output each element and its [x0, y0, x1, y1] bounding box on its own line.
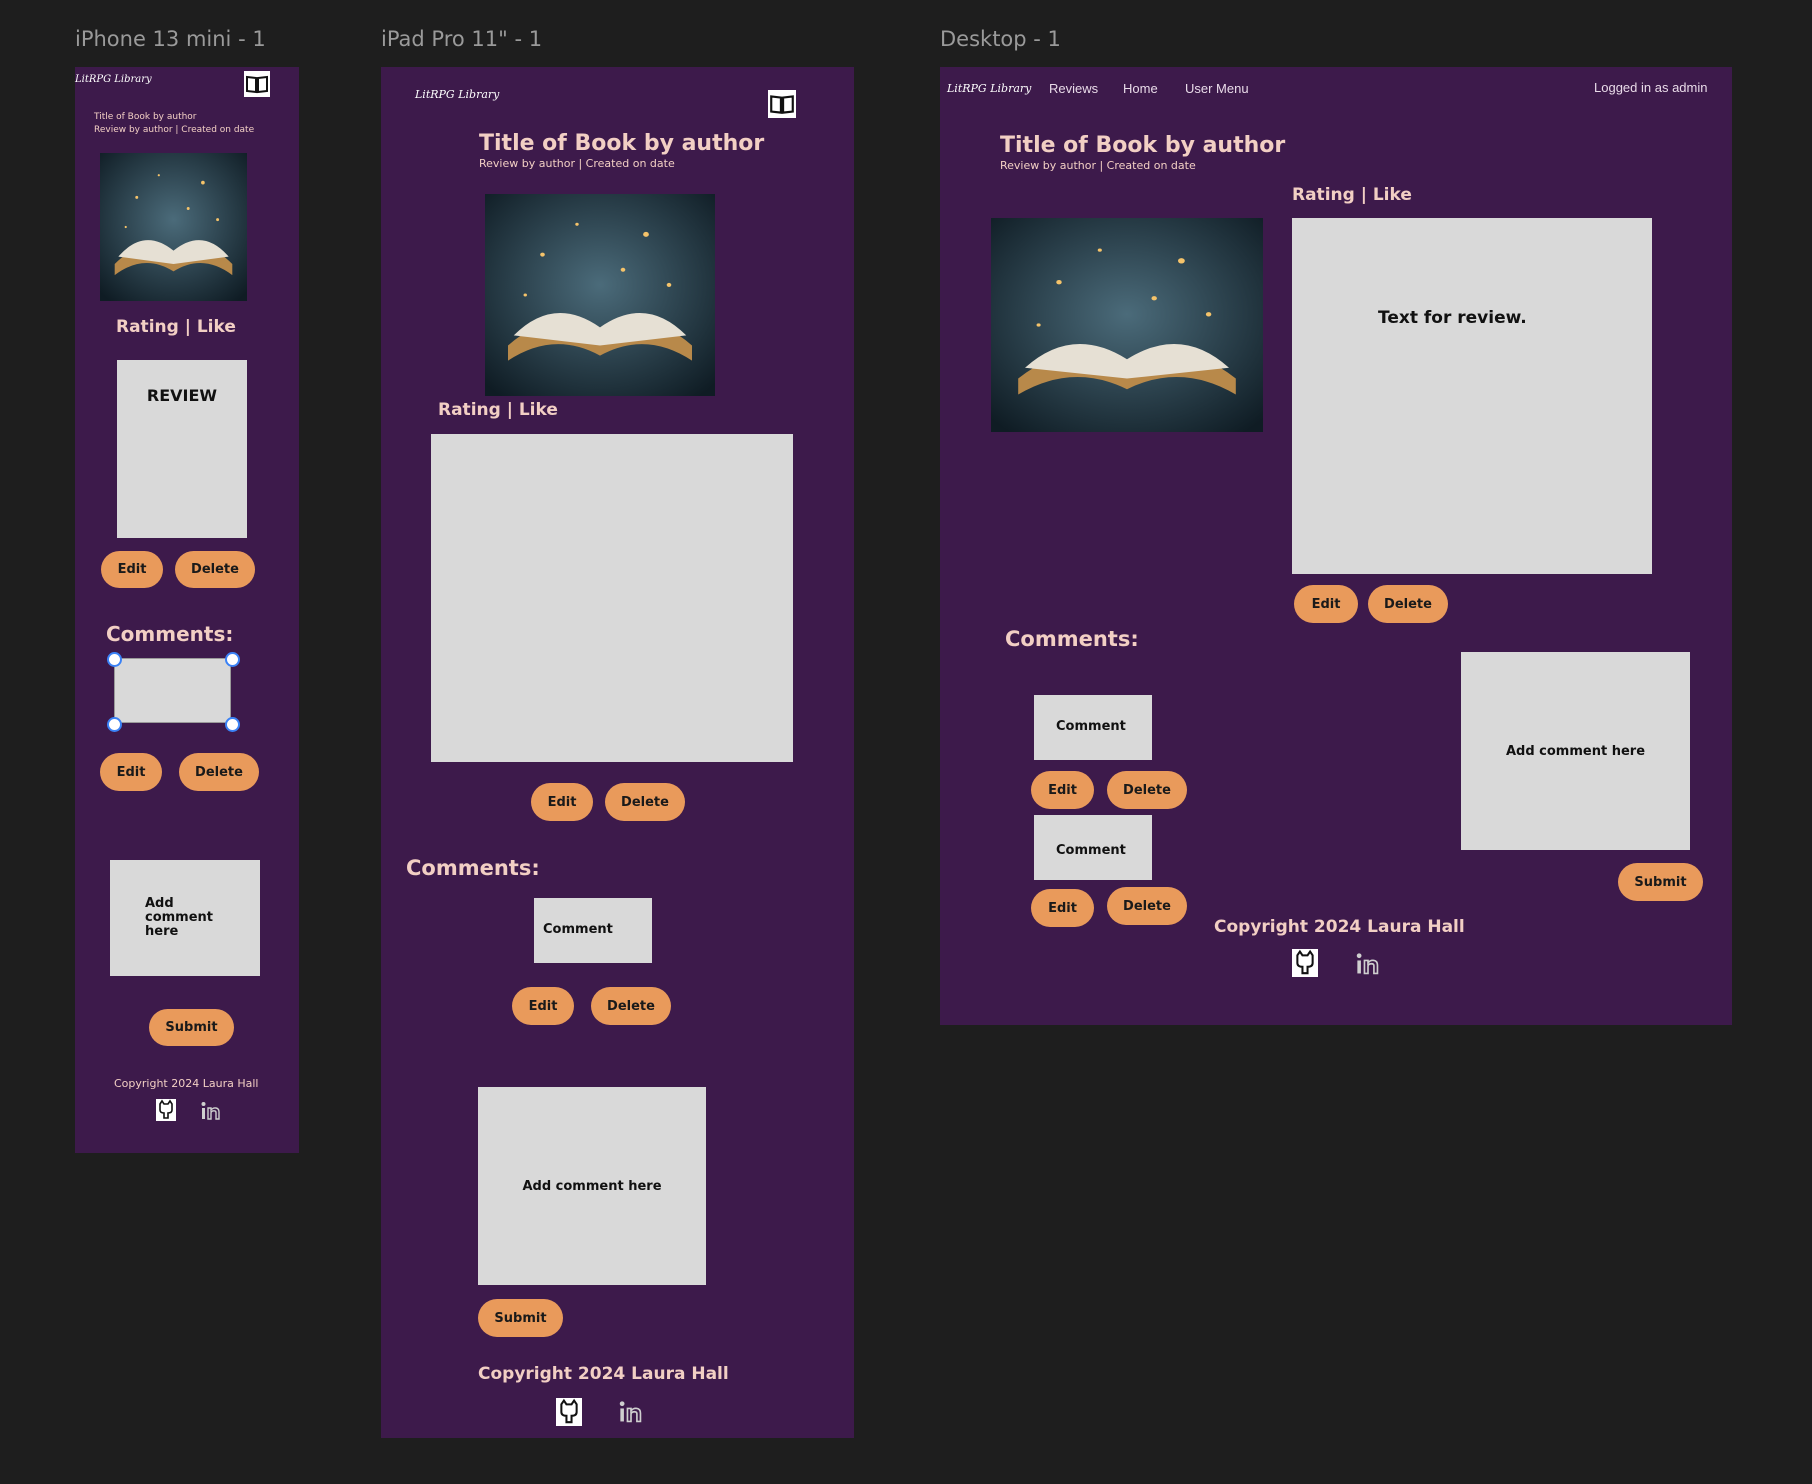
delete-review-button[interactable]: Delete [605, 783, 685, 821]
site-logo[interactable]: LitRPG Library [415, 88, 499, 101]
add-comment-box[interactable]: Add comment here [1461, 652, 1690, 850]
review-meta: Review by author | Created on date [94, 125, 255, 135]
edit-review-button[interactable]: Edit [1294, 585, 1358, 623]
nav-home[interactable]: Home [1123, 81, 1158, 96]
add-comment-box[interactable]: Add comment here [110, 860, 260, 976]
review-text-box [431, 434, 793, 762]
review-text-box: Text for review. [1292, 218, 1652, 574]
submit-comment-button[interactable]: Submit [149, 1009, 234, 1046]
book-title: Title of Book by author [94, 112, 197, 122]
linkedin-icon[interactable] [1355, 951, 1381, 977]
comments-heading: Comments: [106, 622, 234, 646]
desktop-frame: LitRPG Library Reviews Home User Menu Lo… [940, 67, 1732, 1025]
comment-box: Comment [1034, 695, 1152, 760]
github-icon[interactable] [556, 1398, 582, 1426]
github-icon[interactable] [1292, 949, 1318, 977]
edit-comment-button[interactable]: Edit [1031, 771, 1094, 809]
logged-in-status: Logged in as admin [1594, 80, 1708, 95]
copyright: Copyright 2024 Laura Hall [114, 1077, 259, 1090]
selection-handle[interactable] [225, 717, 240, 732]
selection-handle[interactable] [107, 652, 122, 667]
review-meta: Review by author | Created on date [479, 157, 675, 170]
edit-comment-button[interactable]: Edit [512, 987, 574, 1025]
review-text: REVIEW [146, 386, 218, 405]
selection-handle[interactable] [107, 717, 122, 732]
nav-reviews[interactable]: Reviews [1049, 81, 1098, 96]
comment-text: Comment [1056, 843, 1126, 858]
rating-like[interactable]: Rating | Like [116, 317, 236, 337]
github-icon[interactable] [156, 1099, 176, 1121]
book-open-icon[interactable] [244, 71, 270, 97]
comments-heading: Comments: [1005, 627, 1139, 651]
site-logo[interactable]: LitRPG Library [947, 82, 1031, 95]
book-cover-image [100, 153, 247, 301]
frame-label-tablet: iPad Pro 11" - 1 [381, 27, 543, 51]
submit-comment-button[interactable]: Submit [478, 1299, 563, 1337]
book-open-icon[interactable] [768, 90, 796, 118]
book-title: Title of Book by author [1000, 133, 1286, 158]
site-logo[interactable]: LitRPG Library [75, 74, 152, 85]
frame-label-mobile: iPhone 13 mini - 1 [75, 27, 266, 51]
comment-text: Comment [1056, 719, 1126, 734]
delete-comment-button[interactable]: Delete [1107, 771, 1187, 809]
review-text: Text for review. [1378, 308, 1527, 328]
book-cover-image [485, 194, 715, 396]
comment-box: Comment [1034, 815, 1152, 880]
edit-comment-button[interactable]: Edit [1031, 889, 1094, 927]
copyright: Copyright 2024 Laura Hall [1214, 917, 1465, 937]
edit-review-button[interactable]: Edit [101, 551, 163, 588]
rating-like[interactable]: Rating | Like [438, 400, 558, 420]
linkedin-icon[interactable] [200, 1100, 222, 1122]
comments-heading: Comments: [406, 856, 540, 880]
frame-label-desktop: Desktop - 1 [940, 27, 1061, 51]
edit-comment-button[interactable]: Edit [100, 753, 162, 791]
comment-box: Comment [534, 898, 652, 963]
rating-like[interactable]: Rating | Like [1292, 185, 1412, 205]
book-title: Title of Book by author [479, 131, 765, 156]
submit-comment-button[interactable]: Submit [1618, 863, 1703, 901]
review-text-box: REVIEW [117, 360, 247, 538]
delete-review-button[interactable]: Delete [1368, 585, 1448, 623]
mobile-frame: LitRPG Library Title of Book by author R… [75, 67, 299, 1153]
nav-user-menu[interactable]: User Menu [1185, 81, 1249, 96]
add-comment-box[interactable]: Add comment here [478, 1087, 706, 1285]
tablet-frame: LitRPG Library Title of Book by author R… [381, 67, 854, 1438]
comment-text: Comment [543, 922, 613, 937]
book-cover-image [991, 218, 1263, 432]
delete-review-button[interactable]: Delete [175, 551, 255, 588]
copyright: Copyright 2024 Laura Hall [478, 1364, 729, 1384]
edit-review-button[interactable]: Edit [531, 783, 593, 821]
review-meta: Review by author | Created on date [1000, 159, 1196, 172]
delete-comment-button[interactable]: Delete [591, 987, 671, 1025]
selection-handle[interactable] [225, 652, 240, 667]
comment-box[interactable] [114, 658, 231, 723]
linkedin-icon[interactable] [618, 1399, 644, 1425]
delete-comment-button[interactable]: Delete [1107, 887, 1187, 925]
delete-comment-button[interactable]: Delete [179, 753, 259, 791]
